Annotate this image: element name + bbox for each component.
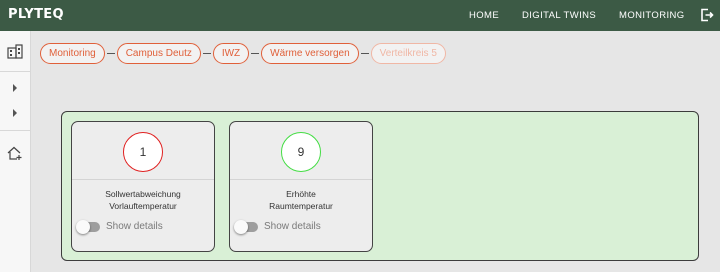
breadcrumb: Monitoring Campus Deutz IWZ Wärme versor… xyxy=(40,42,446,64)
breadcrumb-iwz[interactable]: IWZ xyxy=(212,42,250,64)
alert-count-badge: 1 xyxy=(123,131,163,172)
breadcrumb-separator xyxy=(360,52,369,54)
alert-card-title: Sollwertabweichung Vorlauftemperatur xyxy=(105,189,181,211)
breadcrumb-waerme-versorgen[interactable]: Wärme versorgen xyxy=(261,42,359,64)
nav-monitoring-link[interactable]: MONITORING xyxy=(619,10,685,21)
expand-chevron-icon[interactable] xyxy=(0,76,30,100)
show-details-toggle[interactable]: Show details xyxy=(234,219,321,234)
sidebar xyxy=(0,31,31,272)
toggle-label: Show details xyxy=(264,221,321,232)
expand-chevron-icon[interactable] xyxy=(0,101,30,125)
plyteq-logo[interactable]: PLYTEQ xyxy=(8,7,64,22)
nav-home-link[interactable]: HOME xyxy=(469,10,499,21)
alert-card-title: Erhöhte Raumtemperatur xyxy=(269,189,333,211)
alert-card-setpoint-deviation[interactable]: 1 Sollwertabweichung Vorlauftemperatur S… xyxy=(71,121,215,252)
toggle-label: Show details xyxy=(106,221,163,232)
home-add-icon[interactable] xyxy=(0,141,30,165)
alert-count-badge: 9 xyxy=(281,131,321,172)
breadcrumb-monitoring[interactable]: Monitoring xyxy=(40,42,105,64)
breadcrumb-campus-deutz[interactable]: Campus Deutz xyxy=(116,42,201,64)
breadcrumb-separator xyxy=(202,52,211,54)
top-navigation-bar: PLYTEQ HOME DIGITAL TWINS MONITORING xyxy=(0,0,720,31)
alert-card-room-temperature[interactable]: 9 Erhöhte Raumtemperatur Show details xyxy=(229,121,373,252)
breadcrumb-separator xyxy=(106,52,115,54)
toggle-switch[interactable] xyxy=(234,219,258,234)
logout-icon[interactable] xyxy=(700,8,714,22)
show-details-toggle[interactable]: Show details xyxy=(76,219,163,234)
nav-digital-twins-link[interactable]: DIGITAL TWINS xyxy=(522,10,596,21)
toggle-switch[interactable] xyxy=(76,219,100,234)
breadcrumb-verteilkreis-5: Verteilkreis 5 xyxy=(370,42,446,64)
breadcrumb-separator xyxy=(251,52,260,54)
building-icon[interactable] xyxy=(0,39,30,63)
